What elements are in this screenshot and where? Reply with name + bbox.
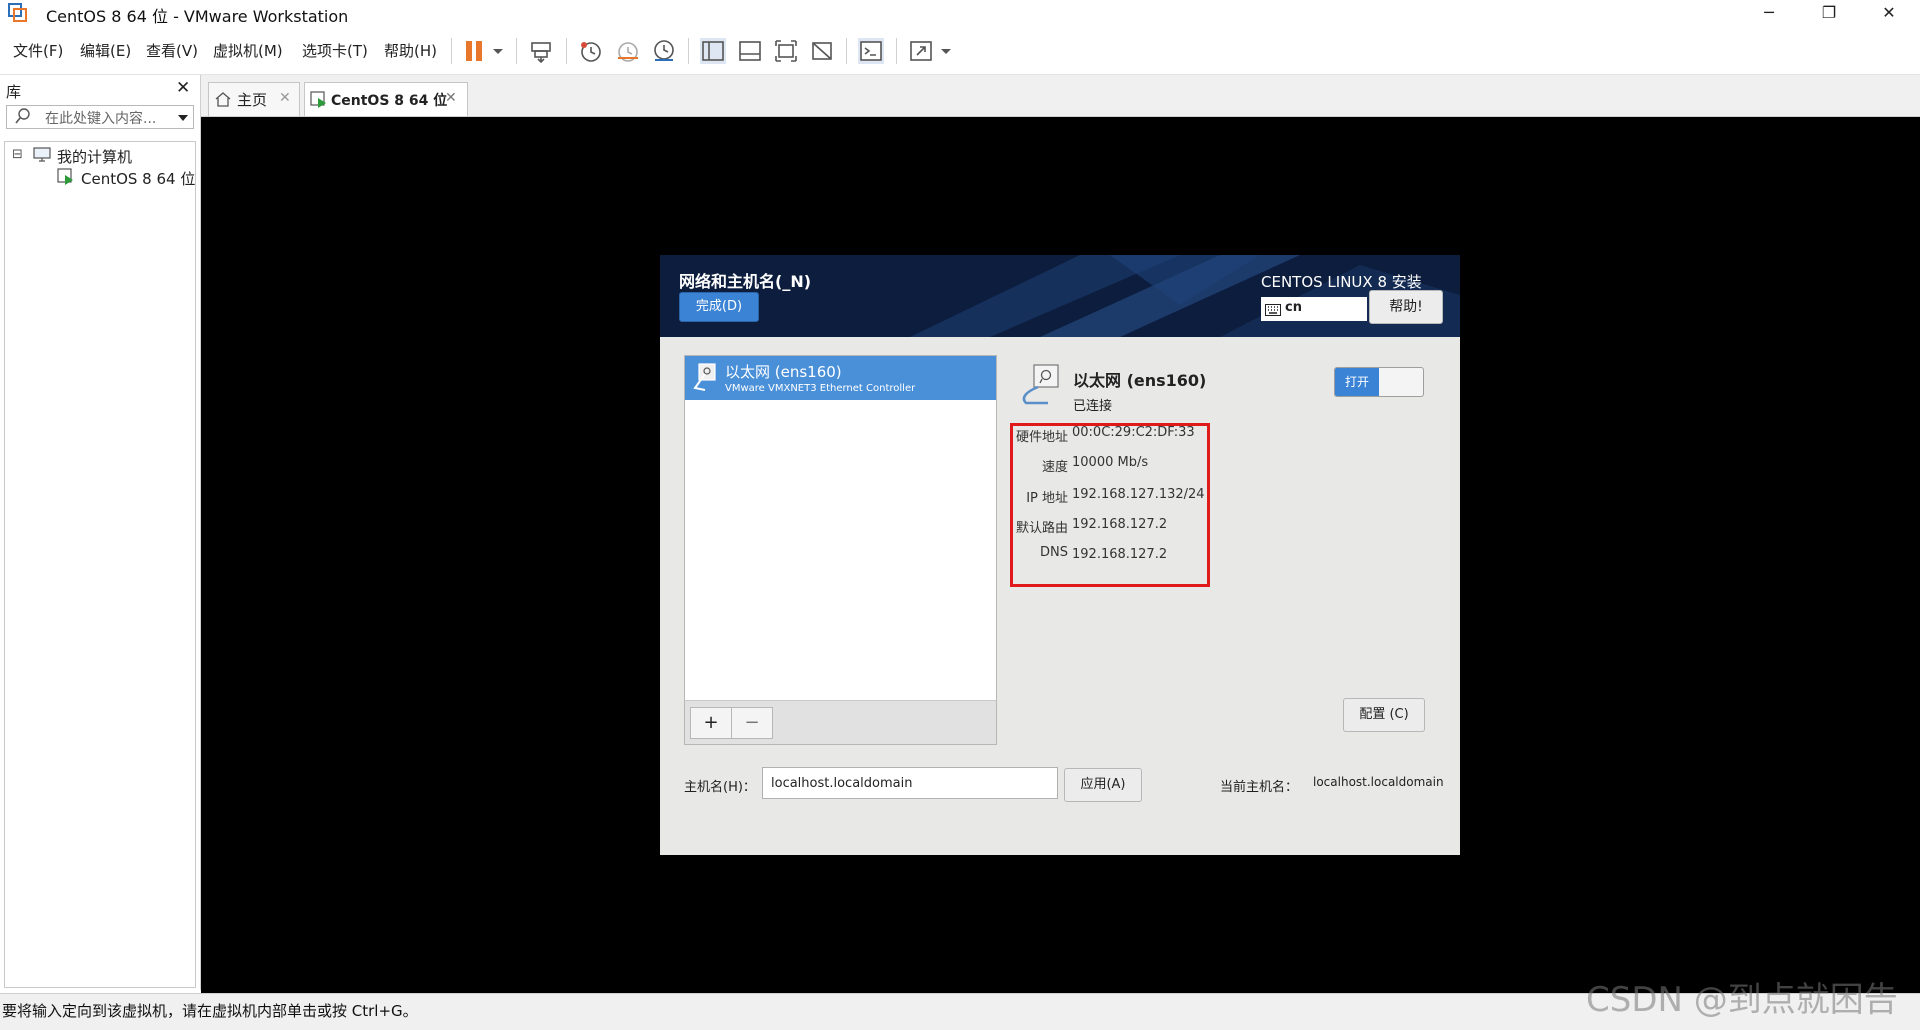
thumbnail-bar-icon[interactable] — [737, 38, 763, 64]
current-hostname-value: localhost.localdomain — [1313, 775, 1444, 789]
toolbar-separator — [516, 38, 517, 64]
ethernet-toggle-switch[interactable]: 打开 — [1334, 367, 1424, 397]
menu-view[interactable]: 查看(V) — [146, 40, 198, 61]
send-ctrl-alt-del-icon[interactable] — [528, 38, 554, 64]
tab-centos[interactable]: CentOS 8 64 位 ✕ — [304, 82, 468, 116]
menu-file[interactable]: 文件(F) — [13, 40, 63, 61]
close-button[interactable]: ✕ — [1860, 0, 1918, 28]
device-name: 以太网 (ens160) — [1073, 371, 1207, 390]
stretch-guest-icon[interactable] — [908, 38, 934, 64]
interface-list-toolbar: + − — [684, 700, 997, 745]
tree-expander-icon[interactable]: ⊟ — [12, 147, 23, 162]
apply-button[interactable]: 应用(A) — [1064, 768, 1142, 802]
keyboard-icon — [1265, 302, 1281, 320]
menu-vm[interactable]: 虚拟机(M) — [213, 40, 283, 61]
menu-tabs[interactable]: 选项卡(T) — [302, 40, 368, 61]
dialog-title: 网络和主机名(_N) — [679, 272, 812, 291]
menu-edit[interactable]: 编辑(E) — [80, 40, 131, 61]
tab-home-label: 主页 — [237, 91, 268, 109]
computer-icon — [33, 147, 51, 167]
toggle-on-label: 打开 — [1335, 368, 1379, 396]
remove-interface-button[interactable]: − — [731, 707, 773, 739]
help-button[interactable]: 帮助! — [1369, 290, 1443, 324]
tab-strip: 主页 ✕ CentOS 8 64 位 ✕ — [201, 75, 1920, 117]
interface-description: VMware VMXNET3 Ethernet Controller — [725, 383, 916, 394]
library-panel: 库 ✕ 在此处键入内容... ⊟ 我的计算机 CentOS 8 64 位 — [0, 75, 201, 990]
hostname-label: 主机名(H)： — [684, 780, 756, 795]
restore-button[interactable]: ❐ — [1800, 0, 1858, 28]
tree-item-vm[interactable]: CentOS 8 64 位 — [81, 168, 195, 189]
ethernet-device-icon — [1018, 363, 1062, 413]
network-hostname-dialog: 网络和主机名(_N) 完成(D) CENTOS LINUX 8 安装 cn 帮助… — [660, 255, 1460, 855]
toolbar-separator — [566, 38, 567, 64]
configure-button[interactable]: 配置 (C) — [1343, 698, 1425, 732]
stretch-dropdown-icon[interactable] — [938, 38, 954, 64]
vm-running-icon — [310, 91, 328, 113]
interface-name: 以太网 (ens160) — [725, 363, 842, 381]
window-title: CentOS 8 64 位 - VMware Workstation — [46, 7, 349, 26]
vmware-logo-icon — [8, 3, 28, 23]
interface-row[interactable]: 以太网 (ens160) VMware VMXNET3 Ethernet Con… — [685, 356, 996, 400]
revert-snapshot-icon[interactable] — [615, 38, 641, 64]
tab-home-close-icon[interactable]: ✕ — [279, 90, 291, 106]
current-hostname-label: 当前主机名： — [1220, 780, 1299, 795]
full-screen-icon[interactable] — [773, 38, 799, 64]
vm-running-icon — [57, 168, 75, 190]
network-interface-list: 以太网 (ens160) VMware VMXNET3 Ethernet Con… — [684, 355, 997, 745]
tab-centos-close-icon[interactable]: ✕ — [445, 90, 457, 106]
title-bar: CentOS 8 64 位 - VMware Workstation ─ ❐ ✕ — [0, 0, 1920, 28]
snapshot-manager-icon[interactable] — [651, 38, 677, 64]
toolbar-separator — [451, 38, 452, 64]
library-close-icon[interactable]: ✕ — [176, 78, 190, 98]
add-interface-button[interactable]: + — [690, 707, 732, 739]
tree-item-my-computer[interactable]: 我的计算机 — [57, 146, 132, 167]
tab-home[interactable]: 主页 ✕ — [208, 82, 300, 116]
keyboard-layout-value: cn — [1285, 300, 1302, 315]
home-icon — [214, 91, 232, 111]
installer-product-title: CENTOS LINUX 8 安装 — [1261, 273, 1422, 291]
hostname-input[interactable]: localhost.localdomain — [762, 767, 1058, 799]
search-dropdown-icon[interactable] — [177, 110, 189, 128]
ethernet-icon — [693, 362, 719, 396]
toolbar-separator — [846, 38, 847, 64]
tab-centos-label: CentOS 8 64 位 — [331, 93, 448, 109]
library-tree: ⊟ 我的计算机 CentOS 8 64 位 — [4, 141, 196, 988]
status-message: 要将输入定向到该虚拟机，请在虚拟机内部单击或按 Ctrl+G。 — [2, 1002, 418, 1020]
toolbar-separator — [688, 38, 689, 64]
console-view-icon[interactable] — [858, 38, 884, 64]
pause-dropdown-icon[interactable] — [490, 38, 506, 64]
search-icon — [15, 107, 31, 129]
show-library-icon[interactable] — [700, 38, 726, 64]
snapshot-icon[interactable] — [578, 38, 604, 64]
pause-icon[interactable] — [462, 38, 488, 64]
keyboard-layout-indicator[interactable]: cn — [1261, 297, 1367, 321]
installer-header: 网络和主机名(_N) 完成(D) CENTOS LINUX 8 安装 cn 帮助… — [660, 255, 1460, 337]
red-highlight-annotation — [1010, 423, 1210, 587]
device-status: 已连接 — [1073, 399, 1113, 414]
toolbar-separator — [896, 38, 897, 64]
done-button[interactable]: 完成(D) — [679, 292, 759, 322]
watermark-text: CSDN @到点就困告 — [1586, 980, 1898, 1020]
menu-toolbar: 文件(F) 编辑(E) 查看(V) 虚拟机(M) 选项卡(T) 帮助(H) — [0, 28, 1920, 75]
library-title: 库 — [6, 83, 22, 101]
library-search-box[interactable]: 在此处键入内容... — [6, 105, 194, 129]
unity-mode-icon[interactable] — [809, 38, 835, 64]
minimize-button[interactable]: ─ — [1740, 0, 1798, 28]
library-search-placeholder: 在此处键入内容... — [45, 111, 157, 127]
menu-help[interactable]: 帮助(H) — [384, 40, 437, 61]
